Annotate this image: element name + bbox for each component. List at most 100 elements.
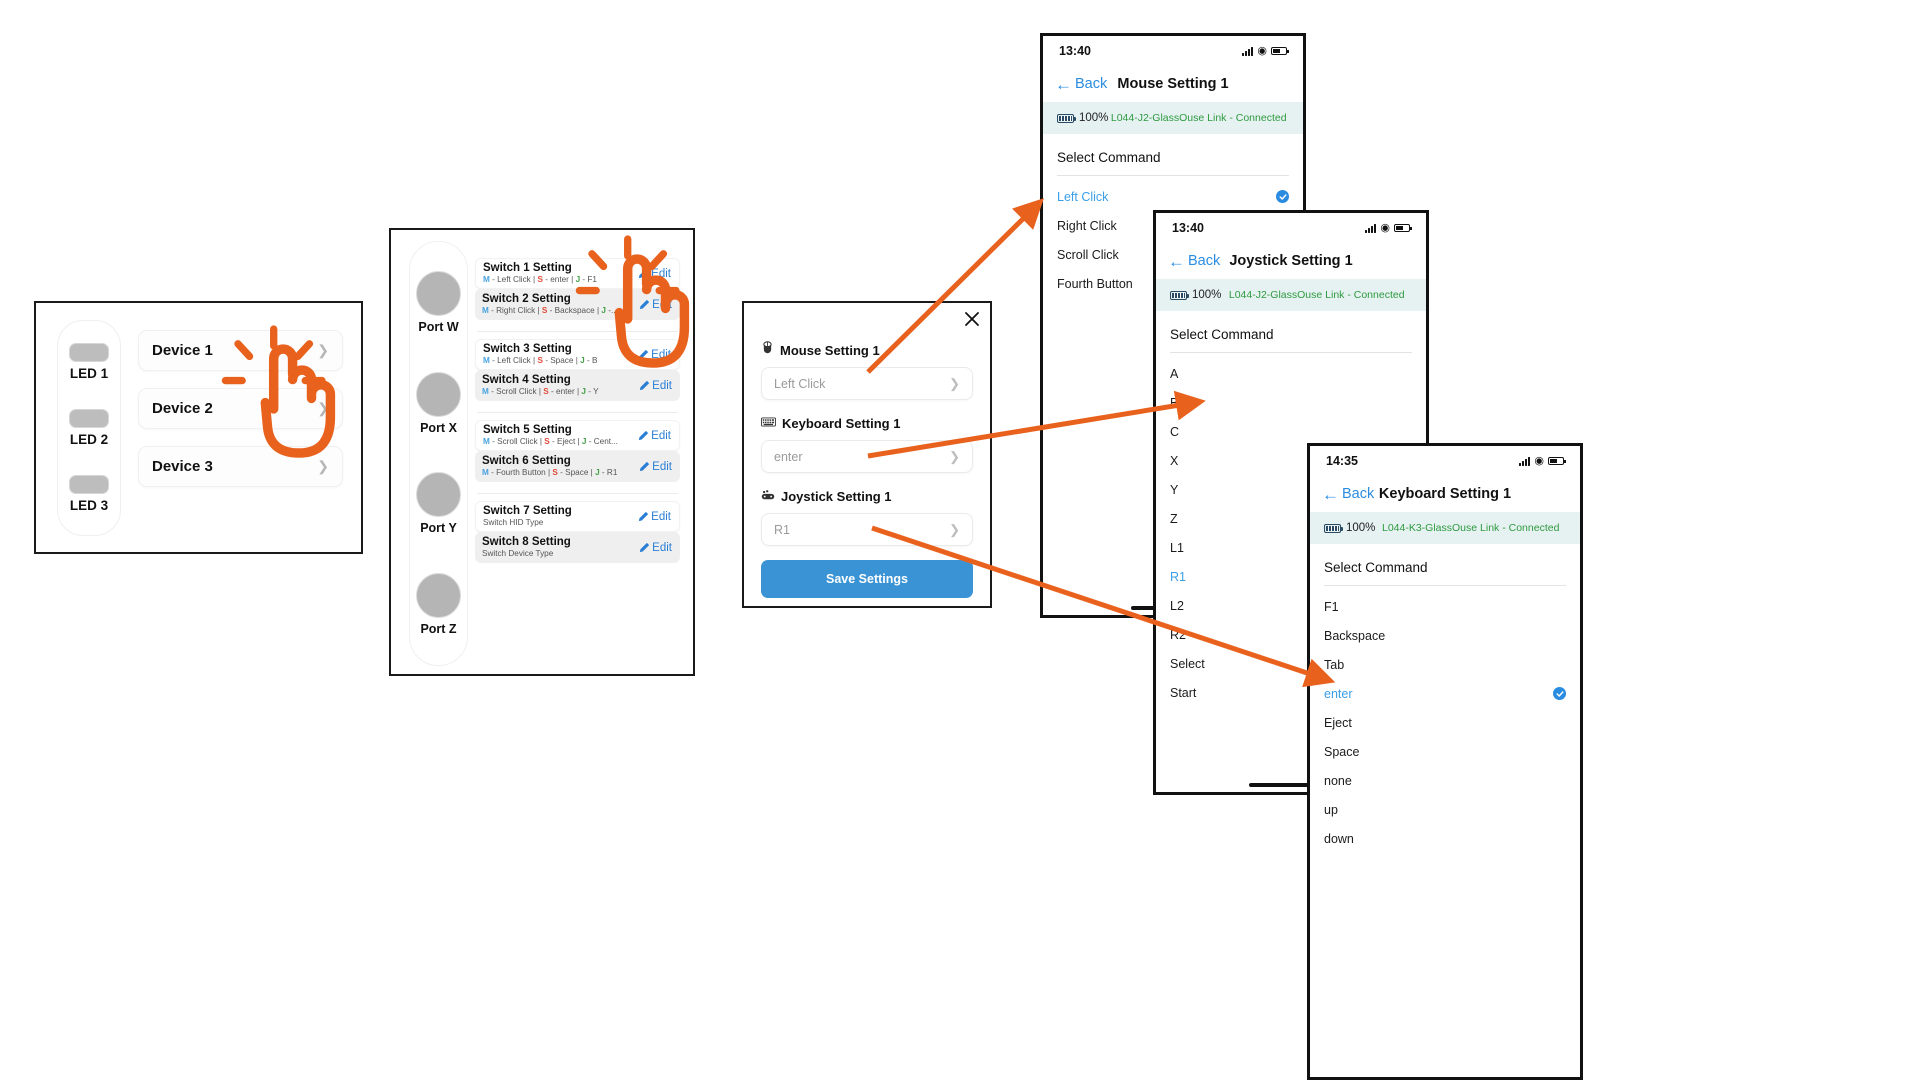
- command-label: C: [1170, 424, 1180, 439]
- switch-row-text: Switch 2 Setting M - Right Click | S - B…: [482, 293, 618, 316]
- command-label: Space: [1324, 744, 1360, 759]
- check-icon: [1553, 687, 1566, 700]
- switch-detail-value: - Space: [557, 468, 589, 477]
- command-list-item[interactable]: enter: [1310, 679, 1580, 708]
- pencil-icon: [639, 268, 649, 279]
- device-list: Device 1 ❯ Device 2 ❯ Device 3 ❯: [138, 330, 343, 487]
- edit-button[interactable]: Edit: [638, 349, 671, 361]
- section-label: Select Command: [1057, 150, 1161, 165]
- setting-modal: Mouse Setting 1 Left Click ❯ Keyboard Se…: [742, 301, 992, 608]
- command-list-item[interactable]: C: [1156, 417, 1426, 446]
- switch-row[interactable]: Switch 3 Setting M - Left Click | S - Sp…: [475, 339, 680, 370]
- switch-row[interactable]: Switch 1 Setting M - Left Click | S - en…: [475, 258, 680, 289]
- switch-row[interactable]: Switch 4 Setting M - Scroll Click | S - …: [475, 370, 680, 401]
- chevron-right-icon: ❯: [317, 400, 329, 416]
- switch-detail-key: M: [482, 468, 489, 477]
- port-connector-icon: [416, 573, 461, 619]
- modal-field-select[interactable]: enter ❯: [761, 440, 973, 473]
- signal-icon: [1242, 46, 1254, 56]
- divider: [477, 412, 678, 413]
- switch-detail-key: M: [482, 306, 489, 315]
- command-label: R1: [1170, 569, 1186, 584]
- edit-button[interactable]: Edit: [639, 299, 672, 311]
- edit-button[interactable]: Edit: [638, 430, 671, 442]
- switch-detail-value: - enter: [548, 387, 575, 396]
- edit-button[interactable]: Edit: [639, 380, 672, 392]
- back-button[interactable]: ← Back: [1168, 253, 1220, 270]
- pencil-icon: [640, 461, 650, 472]
- edit-label: Edit: [652, 541, 672, 554]
- status-icons: ◉: [1242, 45, 1289, 57]
- battery-icon: [1394, 224, 1412, 232]
- switch-row-subtitle: M - Scroll Click | S - Eject | J - Cent.…: [483, 437, 618, 446]
- modal-field-value: enter: [774, 449, 803, 464]
- device-label: Device 1: [152, 342, 213, 359]
- switch-row[interactable]: Switch 5 Setting M - Scroll Click | S - …: [475, 420, 680, 451]
- modal-field-header: Joystick Setting 1: [761, 487, 973, 505]
- port-unit: Port X: [416, 371, 461, 435]
- device-row[interactable]: Device 2 ❯: [138, 388, 343, 429]
- device-row[interactable]: Device 3 ❯: [138, 446, 343, 487]
- switch-detail-value: - R1: [599, 468, 618, 477]
- switch-detail-value: - Space: [542, 356, 574, 365]
- command-list-item[interactable]: Eject: [1310, 708, 1580, 737]
- edit-button[interactable]: Edit: [638, 511, 671, 523]
- command-list-item[interactable]: Backspace: [1310, 621, 1580, 650]
- switch-row[interactable]: Switch 6 Setting M - Fourth Button | S -…: [475, 451, 680, 482]
- command-list-item[interactable]: B: [1156, 388, 1426, 417]
- port-column: Port W Port X Port Y Port Z: [409, 241, 468, 666]
- command-list: F1 Backspace Tab enter Eject Space none: [1310, 586, 1580, 853]
- command-label: R2: [1170, 627, 1186, 642]
- command-list-item[interactable]: A: [1156, 359, 1426, 388]
- back-label: Back: [1188, 253, 1221, 269]
- back-button[interactable]: ← Back: [1055, 76, 1107, 93]
- battery-level-icon: [1057, 113, 1076, 123]
- nav-bar: ← Back Mouse Setting 1: [1043, 66, 1303, 102]
- status-bar: 13:40 ◉: [1043, 36, 1303, 66]
- switch-row[interactable]: Switch 8 Setting Switch Device Type Edit: [475, 532, 680, 563]
- command-list-item[interactable]: F1: [1310, 592, 1580, 621]
- command-label: F1: [1324, 599, 1339, 614]
- command-list-item[interactable]: Space: [1310, 737, 1580, 766]
- switch-detail-value: - Right Click: [488, 306, 536, 315]
- command-label: L2: [1170, 598, 1184, 613]
- battery-icon: [1271, 47, 1289, 55]
- command-list-item[interactable]: down: [1310, 824, 1580, 853]
- battery-status: 100%: [1170, 289, 1221, 301]
- close-icon[interactable]: [964, 311, 980, 327]
- command-list-item[interactable]: up: [1310, 795, 1580, 824]
- led-unit: LED 3: [69, 475, 109, 513]
- switch-row-title: Switch 5 Setting: [483, 424, 572, 436]
- chevron-right-icon: ❯: [317, 458, 329, 474]
- status-time: 14:35: [1326, 454, 1358, 468]
- save-settings-button[interactable]: Save Settings: [761, 560, 973, 598]
- modal-field-value: Left Click: [774, 376, 826, 391]
- device-row[interactable]: Device 1 ❯: [138, 330, 343, 371]
- command-list-item[interactable]: none: [1310, 766, 1580, 795]
- edit-button[interactable]: Edit: [639, 542, 672, 554]
- command-list-item[interactable]: Tab: [1310, 650, 1580, 679]
- status-time: 13:40: [1172, 221, 1204, 235]
- chevron-right-icon: ❯: [949, 375, 960, 391]
- switch-group: Switch 7 Setting Switch HID Type Edit Sw…: [475, 501, 680, 563]
- switch-detail-value: - Backspace: [547, 306, 595, 315]
- switch-row[interactable]: Switch 2 Setting M - Right Click | S - B…: [475, 289, 680, 320]
- edit-button[interactable]: Edit: [638, 268, 671, 280]
- modal-field-select[interactable]: Left Click ❯: [761, 367, 973, 400]
- switch-row-text: Switch 3 Setting M - Left Click | S - Sp…: [483, 343, 597, 366]
- edit-button[interactable]: Edit: [639, 461, 672, 473]
- modal-field-select[interactable]: R1 ❯: [761, 513, 973, 546]
- pencil-icon: [639, 511, 649, 522]
- led-indicator-icon: [69, 343, 109, 362]
- switch-row-subtitle: M - Left Click | S - enter | J - F1: [483, 275, 597, 284]
- command-label: Left Click: [1057, 189, 1109, 204]
- command-list-item[interactable]: Left Click: [1043, 182, 1303, 211]
- switch-row[interactable]: Switch 7 Setting Switch HID Type Edit: [475, 501, 680, 532]
- switch-row-subtitle: M - Fourth Button | S - Space | J - R1: [482, 468, 618, 477]
- modal-body: Mouse Setting 1 Left Click ❯ Keyboard Se…: [744, 303, 990, 546]
- command-label: Backspace: [1324, 628, 1386, 643]
- port-unit: Port Y: [416, 472, 461, 535]
- modal-field-label: Joystick Setting 1: [781, 488, 892, 504]
- switch-group: Switch 5 Setting M - Scroll Click | S - …: [475, 420, 680, 482]
- back-button[interactable]: ← Back: [1322, 486, 1374, 503]
